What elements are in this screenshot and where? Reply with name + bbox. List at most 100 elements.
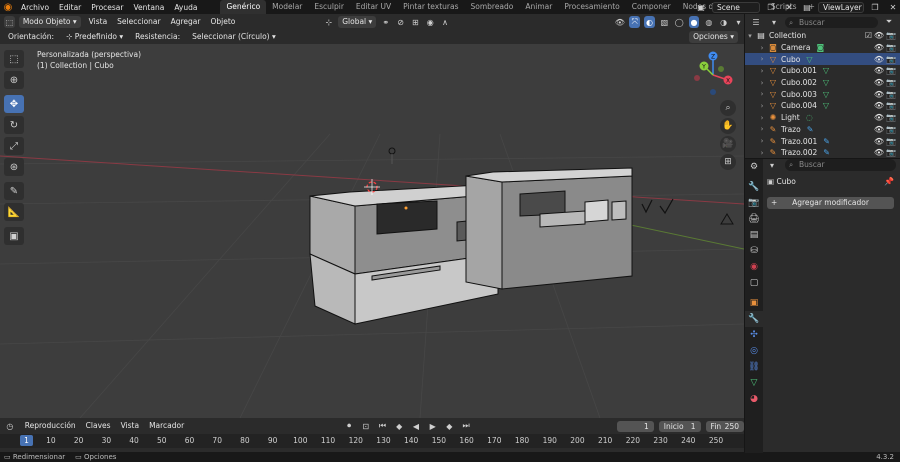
- rotate-tool-icon[interactable]: ↻: [4, 116, 24, 134]
- outliner-row[interactable]: › ▽ Cubo ▽ 👁 📷: [745, 53, 900, 66]
- copy-scene-icon[interactable]: ❐: [764, 1, 778, 13]
- collapse-arrow-icon[interactable]: ▾: [745, 32, 755, 40]
- collection-checkbox[interactable]: ☑: [865, 31, 872, 40]
- expand-arrow-icon[interactable]: ›: [757, 137, 767, 145]
- pan-hand-icon[interactable]: ✋: [720, 118, 736, 134]
- display-mode-icon[interactable]: ▾: [767, 16, 781, 28]
- scene-field[interactable]: Scene: [712, 1, 760, 13]
- expand-arrow-icon[interactable]: ›: [757, 114, 767, 122]
- render-camera-icon[interactable]: 📷: [886, 101, 896, 110]
- render-camera-icon[interactable]: 📷: [886, 148, 896, 157]
- shading-options-icon[interactable]: ▾: [733, 16, 744, 28]
- eye-icon[interactable]: 👁: [874, 125, 884, 134]
- sun-lamp-object[interactable]: [720, 213, 734, 225]
- mode-selector[interactable]: Modo Objeto ▾: [18, 16, 81, 28]
- render-tab-icon[interactable]: 📷: [745, 195, 763, 211]
- constraints-tab-icon[interactable]: ⛓: [745, 359, 763, 375]
- filter-icon[interactable]: ⏷: [882, 16, 896, 28]
- collection-row[interactable]: ▾ ▤ Collection ☑ 👁 📷: [745, 30, 900, 42]
- add-cube-tool-icon[interactable]: ▣: [4, 227, 24, 245]
- outliner-row[interactable]: › ▽ Cubo.001 ▽ 👁 📷: [745, 65, 900, 77]
- properties-search-input[interactable]: ⌕ Buscar: [785, 159, 896, 171]
- gizmo-toggle-icon[interactable]: ⤧: [629, 16, 641, 28]
- scene-tab-icon[interactable]: ⛁: [745, 243, 763, 259]
- blender-logo-icon[interactable]: ◉: [0, 0, 16, 14]
- timeline-menu[interactable]: Reproducción: [21, 420, 80, 432]
- timeline-editor-icon[interactable]: ◷: [4, 420, 16, 432]
- jump-end-icon[interactable]: ⏭: [460, 420, 472, 432]
- drag-dropdown[interactable]: Seleccionar (Círculo) ▾: [188, 31, 280, 43]
- delete-scene-icon[interactable]: ✕: [782, 1, 796, 13]
- camera-view-icon[interactable]: 🎥: [720, 136, 736, 152]
- render-camera-icon[interactable]: 📷: [886, 66, 896, 75]
- object-data-icon[interactable]: ✎: [823, 148, 830, 157]
- expand-arrow-icon[interactable]: ›: [757, 67, 767, 75]
- data-tab-icon[interactable]: ▽: [745, 375, 763, 391]
- view-layer-icon[interactable]: ▤: [800, 1, 814, 13]
- outliner-row[interactable]: › ✎ Trazo ✎ 👁 📷: [745, 124, 900, 136]
- render-camera-icon[interactable]: 📷: [886, 78, 896, 87]
- viewport-menu-agregar[interactable]: Agregar: [167, 16, 205, 28]
- render-camera-icon[interactable]: 📷: [886, 113, 896, 122]
- delete-view-layer-icon[interactable]: ✕: [886, 1, 900, 13]
- object-data-icon[interactable]: ✎: [823, 137, 830, 146]
- expand-arrow-icon[interactable]: ›: [757, 125, 767, 133]
- mesh-cubo-001[interactable]: [465, 167, 633, 290]
- cursor-tool-icon[interactable]: ⊕: [4, 71, 24, 89]
- eye-icon[interactable]: 👁: [874, 78, 884, 87]
- particles-tab-icon[interactable]: ✣: [745, 327, 763, 343]
- expand-arrow-icon[interactable]: ›: [757, 79, 767, 87]
- eye-icon[interactable]: 👁: [874, 31, 884, 40]
- editor-type-icon[interactable]: ⬚: [4, 16, 15, 28]
- jump-start-icon[interactable]: ⏮: [377, 420, 389, 432]
- timeline-menu[interactable]: Vista: [117, 420, 144, 432]
- output-tab-icon[interactable]: 🖨: [745, 211, 763, 227]
- properties-editor-icon[interactable]: ⚙: [745, 159, 763, 175]
- eye-icon[interactable]: 👁: [874, 90, 884, 99]
- viewport-menu-vista[interactable]: Vista: [85, 16, 112, 28]
- frame-ruler[interactable]: 1 10 20 30 40 50 60 70 80 90 100 110 120 130 140 150 16…: [0, 434, 744, 448]
- scene-icon[interactable]: ▣: [694, 1, 708, 13]
- outliner-editor-icon[interactable]: ☰: [749, 16, 763, 28]
- viewport-menu-seleccionar[interactable]: Seleccionar: [113, 16, 164, 28]
- eye-icon[interactable]: 👁: [874, 137, 884, 146]
- solid-shading-icon[interactable]: ●: [688, 16, 700, 28]
- copy-view-layer-icon[interactable]: ❐: [868, 1, 882, 13]
- viewport-menu-objeto[interactable]: Objeto: [206, 16, 239, 28]
- object-data-icon[interactable]: ▽: [823, 101, 829, 110]
- workspace-tab[interactable]: Sombreado: [464, 0, 519, 14]
- object-data-icon[interactable]: ◌: [806, 113, 813, 122]
- ortho-grid-icon[interactable]: ⊞: [720, 154, 736, 170]
- pin-icon[interactable]: 📌: [884, 177, 894, 186]
- next-key-icon[interactable]: ◆: [444, 420, 456, 432]
- start-frame-field[interactable]: Inicio 1: [658, 420, 701, 432]
- eye-icon[interactable]: 👁: [874, 43, 884, 52]
- object-data-icon[interactable]: ▽: [823, 66, 829, 75]
- workspace-tab[interactable]: Modelar: [266, 0, 308, 14]
- current-frame-field[interactable]: 1: [616, 420, 654, 432]
- eye-icon[interactable]: 👁: [874, 66, 884, 75]
- physics-tab-icon[interactable]: ◎: [745, 343, 763, 359]
- render-camera-icon[interactable]: 📷: [886, 90, 896, 99]
- outliner-row[interactable]: › ✎ Trazo.001 ✎ 👁 📷: [745, 135, 900, 147]
- 3d-viewport[interactable]: Personalizada (perspectiva) (1) Collecti…: [0, 44, 744, 418]
- xray-icon[interactable]: ▧: [659, 16, 670, 28]
- menu-archivo[interactable]: Archivo: [16, 3, 54, 12]
- tool-tab-icon[interactable]: 🔧: [745, 179, 763, 195]
- workspace-tab[interactable]: Procesamiento: [558, 0, 625, 14]
- scene-canvas[interactable]: [0, 44, 744, 418]
- properties-type-icon[interactable]: ▾: [765, 159, 779, 171]
- outliner-row[interactable]: › ✺ Light ◌ 👁 📷: [745, 112, 900, 124]
- current-frame-marker[interactable]: 1: [20, 435, 33, 446]
- outliner-row[interactable]: › ✎ Trazo.002 ✎ 👁 📷: [745, 147, 900, 159]
- overlay-toggle-icon[interactable]: ◐: [644, 16, 655, 28]
- eye-icon[interactable]: 👁: [874, 101, 884, 110]
- prev-key-icon[interactable]: ◆: [393, 420, 405, 432]
- select-tool-icon[interactable]: ⬚: [4, 50, 24, 68]
- options-dropdown[interactable]: Opciones ▾: [689, 31, 738, 43]
- autokey-record-icon[interactable]: ⏺: [343, 420, 355, 432]
- snap-icon[interactable]: ⊘: [395, 16, 406, 28]
- view-layer-tab-icon[interactable]: ▤: [745, 227, 763, 243]
- workspace-tab[interactable]: Componer: [626, 0, 677, 14]
- orientation-dropdown[interactable]: ⊹ Predefinido ▾: [62, 31, 127, 43]
